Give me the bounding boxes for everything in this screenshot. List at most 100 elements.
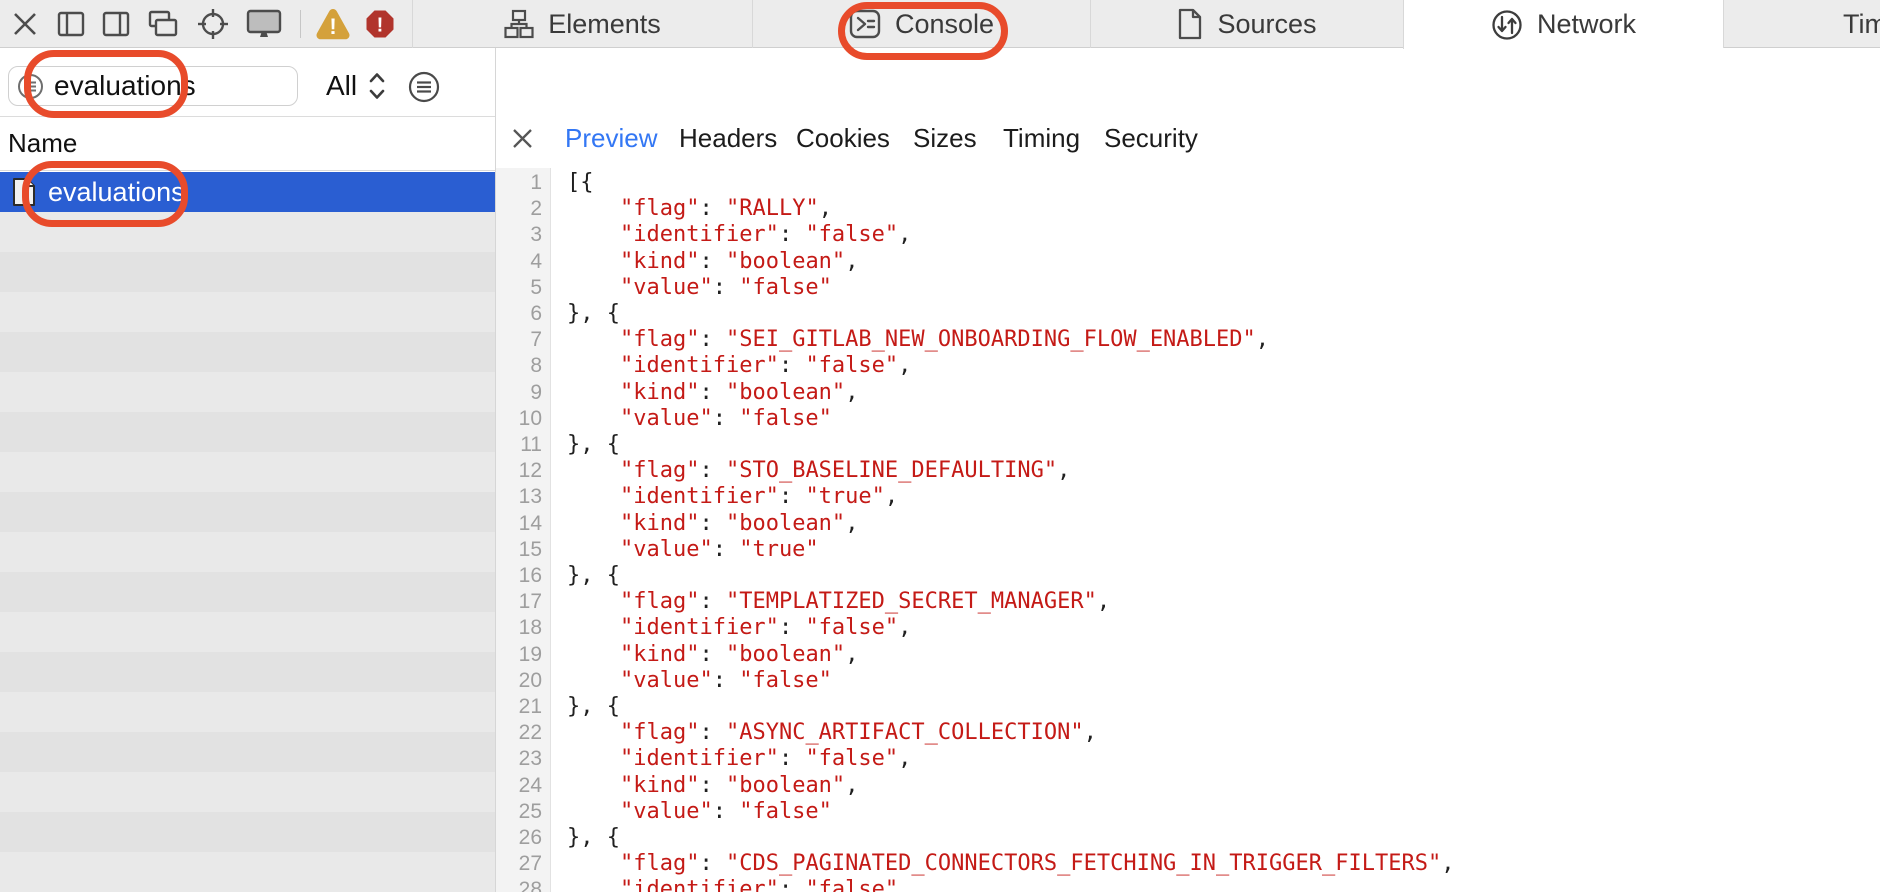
tab-elements[interactable]: Elements bbox=[412, 0, 752, 48]
code-line: "flag": "ASYNC_ARTIFACT_COLLECTION", bbox=[567, 720, 1880, 746]
list-stripe-row bbox=[0, 692, 495, 732]
resource-filter-input[interactable]: evaluations bbox=[8, 66, 298, 106]
detail-tab-sizes-label: Sizes bbox=[913, 123, 977, 154]
list-stripe-row bbox=[0, 452, 495, 492]
line-number: 12 bbox=[496, 458, 542, 484]
resource-type-select[interactable]: All bbox=[326, 66, 387, 106]
line-number: 18 bbox=[496, 615, 542, 641]
close-icon bbox=[511, 127, 534, 150]
cascade-windows-icon bbox=[147, 9, 179, 39]
filter-query-text: evaluations bbox=[54, 70, 196, 102]
svg-text:!: ! bbox=[329, 14, 336, 39]
list-stripe-row bbox=[0, 492, 495, 532]
code-line: "identifier": "false", bbox=[567, 877, 1880, 892]
code-line: "value": "true" bbox=[567, 537, 1880, 563]
code-line: "value": "false" bbox=[567, 668, 1880, 694]
list-stripe-row bbox=[0, 212, 495, 252]
line-number-gutter: 1234567891011121314151617181920212223242… bbox=[496, 168, 551, 892]
code-line: }, { bbox=[567, 432, 1880, 458]
line-number: 23 bbox=[496, 746, 542, 772]
tab-console[interactable]: Console bbox=[752, 0, 1090, 48]
line-number: 20 bbox=[496, 668, 542, 694]
detail-tab-security[interactable]: Security bbox=[1104, 114, 1198, 162]
line-number: 27 bbox=[496, 851, 542, 877]
line-number: 24 bbox=[496, 773, 542, 799]
code-line: }, { bbox=[567, 825, 1880, 851]
list-stripe-row bbox=[0, 372, 495, 412]
code-line: "flag": "CDS_PAGINATED_CONNECTORS_FETCHI… bbox=[567, 851, 1880, 877]
code-line: "identifier": "true", bbox=[567, 484, 1880, 510]
file-icon bbox=[12, 177, 36, 207]
code-line: }, { bbox=[567, 563, 1880, 589]
detail-tab-sizes[interactable]: Sizes bbox=[913, 114, 977, 162]
line-number: 5 bbox=[496, 275, 542, 301]
code-line: "flag": "TEMPLATIZED_SECRET_MANAGER", bbox=[567, 589, 1880, 615]
code-line: "kind": "boolean", bbox=[567, 642, 1880, 668]
web-inspector-window: ! ! Elements bbox=[0, 0, 1880, 892]
code-line: "value": "false" bbox=[567, 275, 1880, 301]
filter-lines-icon bbox=[17, 73, 44, 100]
separate-window-button[interactable] bbox=[146, 0, 180, 48]
tab-timelines[interactable]: Timelines bbox=[1723, 0, 1880, 48]
line-number: 22 bbox=[496, 720, 542, 746]
hierarchy-icon bbox=[504, 9, 534, 39]
line-number: 11 bbox=[496, 432, 542, 458]
code-line: "identifier": "false", bbox=[567, 615, 1880, 641]
detail-tab-timing[interactable]: Timing bbox=[1003, 114, 1080, 162]
list-stripe-row bbox=[0, 292, 495, 332]
detail-tab-bar: Preview Headers Cookies Sizes Timing Sec… bbox=[496, 114, 1880, 162]
chevron-up-down-icon bbox=[367, 70, 387, 102]
line-number: 16 bbox=[496, 563, 542, 589]
line-number: 21 bbox=[496, 694, 542, 720]
line-number: 8 bbox=[496, 353, 542, 379]
dock-side-left-button[interactable] bbox=[56, 0, 86, 48]
line-number: 13 bbox=[496, 484, 542, 510]
crosshair-target-icon bbox=[196, 7, 230, 41]
svg-text:!: ! bbox=[377, 15, 384, 37]
line-number: 4 bbox=[496, 249, 542, 275]
line-number: 28 bbox=[496, 877, 542, 892]
close-inspector-button[interactable] bbox=[10, 0, 40, 48]
toolbar-separator bbox=[300, 10, 301, 38]
tab-sources[interactable]: Sources bbox=[1090, 0, 1403, 48]
name-column-header: Name bbox=[8, 128, 77, 159]
detail-tab-headers[interactable]: Headers bbox=[679, 114, 777, 162]
tab-elements-label: Elements bbox=[548, 9, 661, 40]
list-stripe-row bbox=[0, 572, 495, 612]
detail-tab-cookies-label: Cookies bbox=[796, 123, 890, 154]
dock-side-right-button[interactable] bbox=[101, 0, 131, 48]
list-stripe-row bbox=[0, 412, 495, 452]
line-number: 14 bbox=[496, 511, 542, 537]
error-octagon-icon: ! bbox=[365, 9, 395, 39]
detail-tab-preview[interactable]: Preview bbox=[565, 114, 657, 162]
transfer-arrows-icon bbox=[1491, 9, 1523, 41]
list-stripe-row bbox=[0, 532, 495, 572]
detail-tab-cookies[interactable]: Cookies bbox=[796, 114, 890, 162]
detail-tab-headers-label: Headers bbox=[679, 123, 777, 154]
code-line: "kind": "boolean", bbox=[567, 773, 1880, 799]
warnings-button[interactable]: ! bbox=[314, 0, 352, 48]
line-number: 15 bbox=[496, 537, 542, 563]
tab-network[interactable]: Network bbox=[1403, 0, 1723, 49]
line-number: 17 bbox=[496, 589, 542, 615]
code-line: "identifier": "false", bbox=[567, 222, 1880, 248]
line-number: 3 bbox=[496, 222, 542, 248]
device-settings-button[interactable] bbox=[245, 0, 283, 48]
element-selection-button[interactable] bbox=[196, 0, 230, 48]
inspector-toolbar: ! ! Elements bbox=[0, 0, 1880, 48]
tab-sources-label: Sources bbox=[1217, 9, 1316, 40]
code-line: "identifier": "false", bbox=[567, 353, 1880, 379]
line-number: 1 bbox=[496, 170, 542, 196]
request-row-evaluations[interactable]: evaluations bbox=[0, 172, 495, 212]
json-preview-area: [{ "flag": "RALLY", "identifier": "false… bbox=[552, 168, 1880, 892]
line-number: 10 bbox=[496, 406, 542, 432]
code-line: [{ bbox=[567, 170, 1880, 196]
code-line: "kind": "boolean", bbox=[567, 511, 1880, 537]
errors-button[interactable]: ! bbox=[364, 0, 396, 48]
request-list-stripes bbox=[0, 212, 495, 892]
code-line: }, { bbox=[567, 301, 1880, 327]
filter-options-button[interactable] bbox=[408, 71, 440, 103]
close-detail-button[interactable] bbox=[511, 114, 534, 162]
list-stripe-row bbox=[0, 652, 495, 692]
line-number: 26 bbox=[496, 825, 542, 851]
